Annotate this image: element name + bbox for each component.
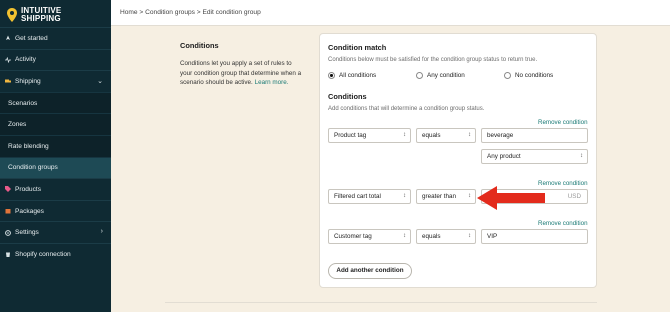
sidebar-item-label: Shopify connection <box>15 250 71 258</box>
rocket-icon <box>6 35 10 41</box>
red-arrow-annotation <box>477 186 545 210</box>
product-scope-select[interactable]: Any product <box>481 149 588 164</box>
sidebar-item-label: Get started <box>15 34 48 42</box>
section-title: Conditions <box>180 41 219 50</box>
location-pin-icon <box>7 8 17 22</box>
radio-label: No conditions <box>515 72 554 79</box>
sidebar-item-label: Products <box>15 185 42 193</box>
sidebar-item-label: Shipping <box>15 77 41 85</box>
condition-match-help: Conditions below must be satisfied for t… <box>328 57 538 63</box>
radio-button[interactable] <box>504 72 511 79</box>
sidebar-item-label: Packages <box>15 207 44 215</box>
brand-logo[interactable]: INTUITIVE SHIPPING <box>7 4 61 26</box>
condition-match-title: Condition match <box>328 43 387 52</box>
sidebar-item-condition-groups[interactable]: Condition groups <box>0 156 111 179</box>
gear-icon <box>5 229 11 236</box>
radio-label: Any condition <box>427 72 465 79</box>
add-condition-button[interactable]: Add another condition <box>328 263 412 279</box>
condition-operator-select[interactable]: greater than <box>416 189 476 204</box>
sidebar-nav: Get started Activity Shipping ⌄ Scenario… <box>0 27 111 265</box>
top-bar: Home > Condition groups > Edit condition… <box>111 0 670 26</box>
sidebar-item-products[interactable]: Products <box>0 178 111 200</box>
condition-operator-select[interactable]: equals <box>416 128 476 143</box>
radio-no-conditions[interactable]: No conditions <box>504 72 553 79</box>
sidebar-item-label: Condition groups <box>8 164 58 172</box>
sidebar-item-label: Zones <box>8 121 27 129</box>
sidebar-item-label: Activity <box>15 56 36 64</box>
box-icon <box>5 209 11 214</box>
radio-button[interactable] <box>416 72 423 79</box>
chevron-down-icon: ⌄ <box>97 78 103 86</box>
remove-condition-link[interactable]: Remove condition <box>538 220 588 227</box>
chevron-right-icon: › <box>100 228 103 236</box>
sidebar-item-label: Scenarios <box>8 99 38 107</box>
radio-button-selected[interactable] <box>328 72 335 79</box>
currency-suffix: USD <box>567 193 581 200</box>
condition-operator-select[interactable]: equals <box>416 229 476 244</box>
conditions-help: Add conditions that will determine a con… <box>328 106 485 112</box>
sidebar-item-scenarios[interactable]: Scenarios <box>0 91 111 114</box>
learn-more-link[interactable]: Learn more. <box>255 79 289 86</box>
condition-field-select[interactable]: Customer tag <box>328 229 411 244</box>
tag-icon <box>5 186 11 193</box>
radio-label: All conditions <box>339 72 377 79</box>
breadcrumb[interactable]: Home > Condition groups > Edit condition… <box>120 9 261 16</box>
sidebar-item-rate-blending[interactable]: Rate blending <box>0 134 111 157</box>
radio-any-condition[interactable]: Any condition <box>416 72 465 79</box>
sidebar-item-zones[interactable]: Zones <box>0 113 111 135</box>
remove-condition-link[interactable]: Remove condition <box>538 180 588 187</box>
condition-field-select[interactable]: Product tag <box>328 128 411 143</box>
sidebar-item-label: Rate blending <box>8 142 49 150</box>
radio-all-conditions[interactable]: All conditions <box>328 72 376 79</box>
truck-icon <box>5 79 11 83</box>
brand-name: INTUITIVE SHIPPING <box>21 6 62 23</box>
sidebar-item-shopify-connection[interactable]: Shopify connection <box>0 242 111 265</box>
section-description: Conditions let you apply a set of rules … <box>180 59 305 88</box>
sidebar-item-activity[interactable]: Activity <box>0 48 111 71</box>
shopify-icon <box>6 252 10 258</box>
condition-field-select[interactable]: Filtered cart total <box>328 189 411 204</box>
remove-condition-link[interactable]: Remove condition <box>538 119 588 126</box>
condition-value-input[interactable]: beverage <box>481 128 588 143</box>
sidebar: INTUITIVE SHIPPING Get started Activity … <box>0 0 111 312</box>
sidebar-item-settings[interactable]: Settings › <box>0 221 111 243</box>
sidebar-item-label: Settings <box>15 229 39 237</box>
sidebar-item-shipping[interactable]: Shipping ⌄ <box>0 70 111 92</box>
sidebar-item-packages[interactable]: Packages <box>0 199 111 222</box>
activity-icon <box>5 56 11 63</box>
conditions-title: Conditions <box>328 92 367 101</box>
divider <box>165 302 597 303</box>
condition-value-input[interactable]: VIP <box>481 229 588 244</box>
sidebar-item-get-started[interactable]: Get started <box>0 27 111 49</box>
